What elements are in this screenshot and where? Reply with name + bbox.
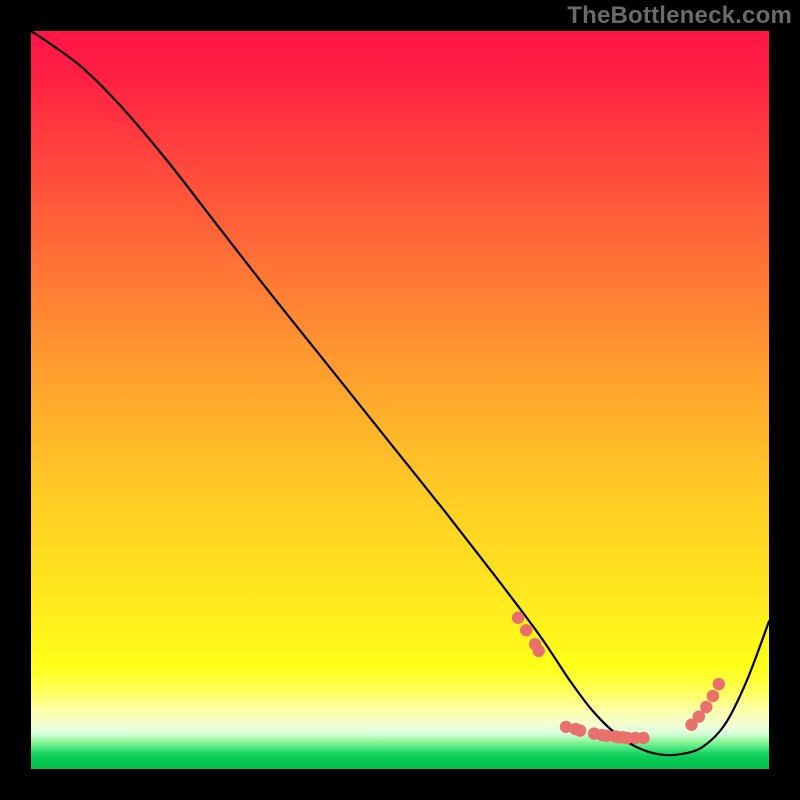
marker-dot [700,701,712,713]
marker-dot [520,624,532,636]
marker-dot [574,724,586,736]
marker-dot [533,645,545,657]
marker-dot [512,612,524,624]
bottleneck-curve [31,31,769,755]
chart-frame: TheBottleneck.com [0,0,800,800]
marker-dot [713,678,725,690]
marker-dots [512,612,725,745]
marker-dot [707,690,719,702]
watermark-text: TheBottleneck.com [567,2,792,30]
marker-dot [637,732,649,744]
curve-layer [31,31,769,769]
plot-area [31,31,769,769]
